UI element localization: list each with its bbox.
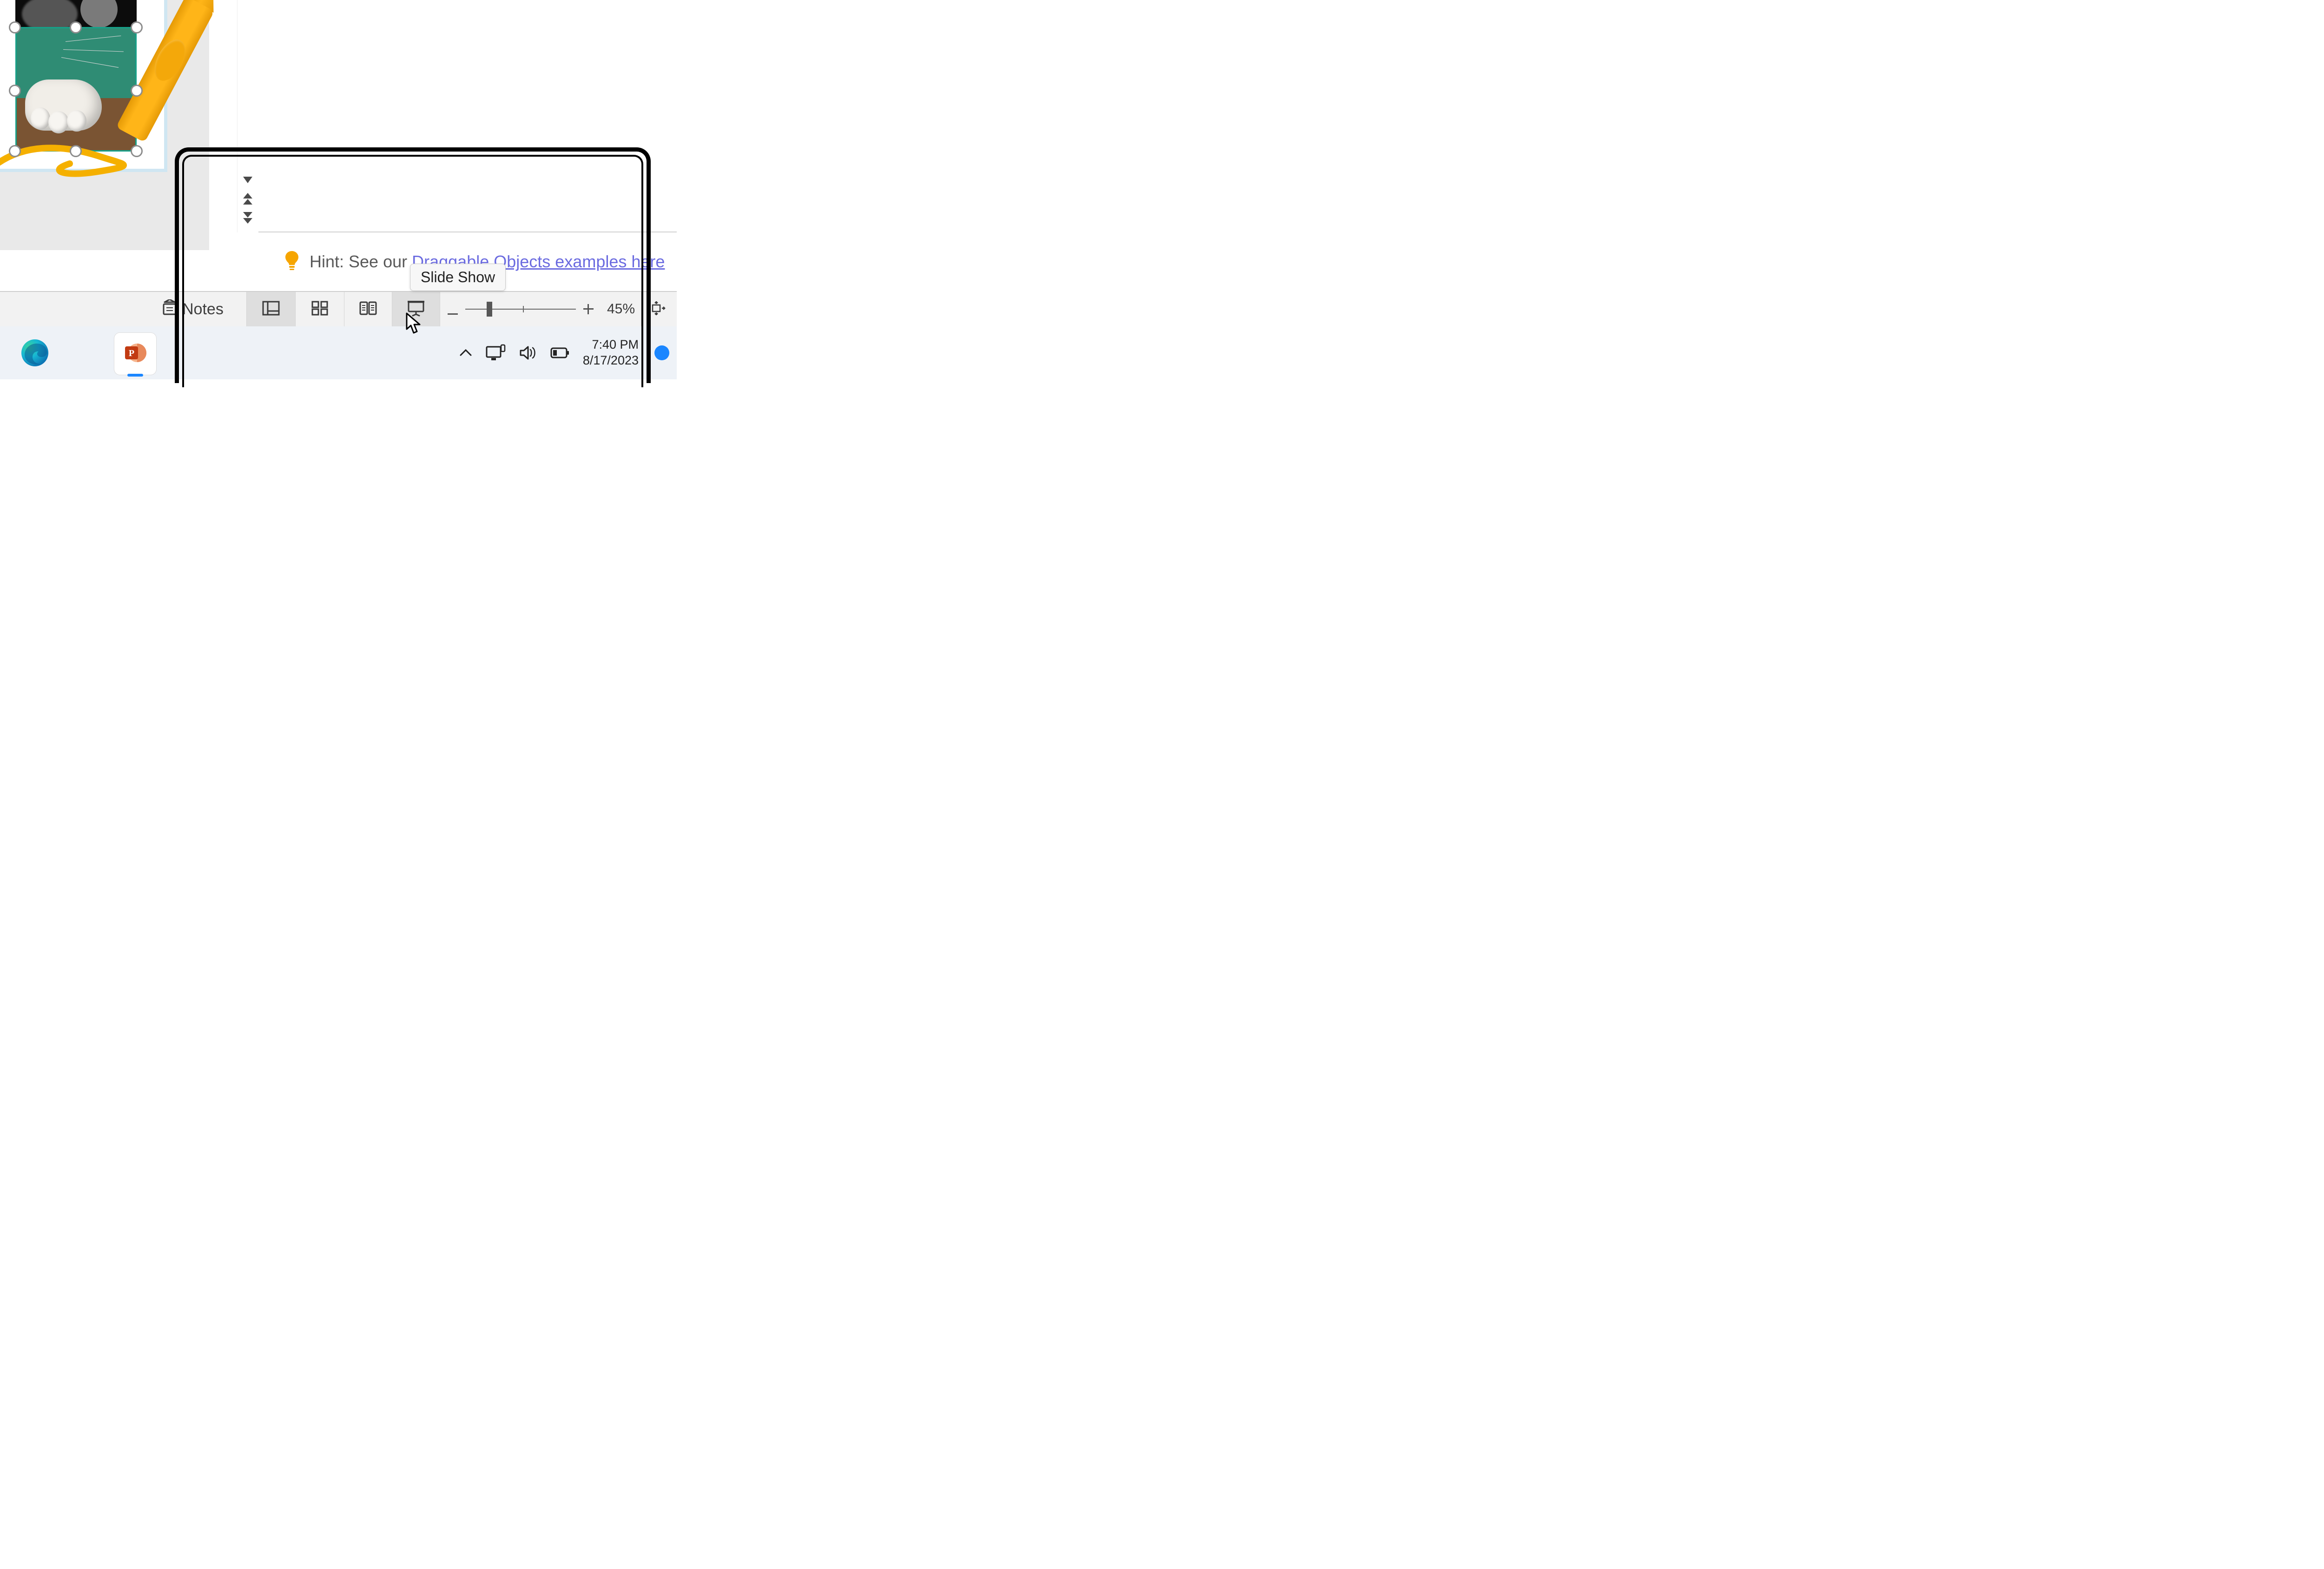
- edge-icon: [20, 338, 50, 370]
- panel-background: [0, 190, 209, 250]
- notes-button[interactable]: Notes: [157, 292, 246, 326]
- tray-volume-icon[interactable]: [519, 345, 537, 361]
- system-tray: 7:40 PM 8/17/2023: [459, 326, 669, 379]
- fit-to-window-button[interactable]: [641, 292, 671, 326]
- resize-handle[interactable]: [9, 145, 21, 157]
- tray-time: 7:40 PM: [583, 337, 639, 353]
- zoom-out-button[interactable]: [440, 292, 465, 326]
- next-slide-icon[interactable]: [242, 211, 254, 224]
- hint-text: Hint: See our: [310, 252, 412, 271]
- scroll-down-icon[interactable]: [242, 176, 253, 185]
- slide-canvas: [0, 0, 164, 169]
- resize-handle[interactable]: [131, 145, 143, 157]
- zoom-slider[interactable]: [465, 292, 576, 326]
- taskbar-active-indicator: [127, 374, 143, 377]
- fit-icon: [647, 301, 666, 318]
- powerpoint-icon: P: [122, 340, 148, 368]
- zoom-in-button[interactable]: [576, 292, 601, 326]
- zoom-percent-button[interactable]: 45%: [601, 292, 641, 326]
- slide-sorter-icon: [311, 301, 328, 318]
- resize-handle[interactable]: [70, 145, 82, 157]
- taskbar-app-powerpoint[interactable]: P: [114, 333, 156, 375]
- notes-label: Notes: [182, 300, 224, 318]
- resize-handle[interactable]: [9, 21, 21, 33]
- notes-icon: [163, 299, 177, 319]
- view-normal-button[interactable]: [247, 292, 295, 326]
- view-reading-button[interactable]: [344, 292, 392, 326]
- minus-icon: [448, 299, 458, 320]
- tray-date: 8/17/2023: [583, 353, 639, 369]
- prev-slide-icon[interactable]: [242, 192, 254, 205]
- status-bar: Notes 45%: [0, 292, 677, 326]
- lightbulb-icon: [284, 251, 300, 273]
- editor-canvas-area: [258, 0, 677, 232]
- zoom-slider-thumb[interactable]: [487, 302, 492, 317]
- tooltip-slideshow: Slide Show: [410, 264, 506, 291]
- resize-handle[interactable]: [131, 85, 143, 97]
- normal-view-icon: [262, 301, 280, 318]
- slide-thumbnail[interactable]: [0, 0, 167, 172]
- view-slide-sorter-button[interactable]: [296, 292, 344, 326]
- tray-display-icon[interactable]: [485, 344, 506, 362]
- taskbar-app-edge[interactable]: [14, 333, 56, 375]
- plus-icon: [583, 300, 594, 318]
- tray-clock[interactable]: 7:40 PM 8/17/2023: [583, 337, 639, 369]
- tray-overflow-button[interactable]: [459, 349, 472, 357]
- svg-text:P: P: [129, 348, 134, 358]
- tray-notification-badge[interactable]: [654, 345, 669, 360]
- taskbar: P 7:40 PM 8/17/2023: [0, 326, 677, 379]
- resize-handle[interactable]: [9, 85, 21, 97]
- slide-thumbnail-panel: [0, 0, 209, 190]
- reading-view-icon: [359, 301, 377, 318]
- vertical-scrollbar[interactable]: [237, 0, 258, 232]
- cursor-icon: [405, 312, 422, 337]
- resize-handle[interactable]: [70, 21, 82, 33]
- resize-handle[interactable]: [131, 21, 143, 33]
- tray-battery-icon[interactable]: [550, 347, 570, 359]
